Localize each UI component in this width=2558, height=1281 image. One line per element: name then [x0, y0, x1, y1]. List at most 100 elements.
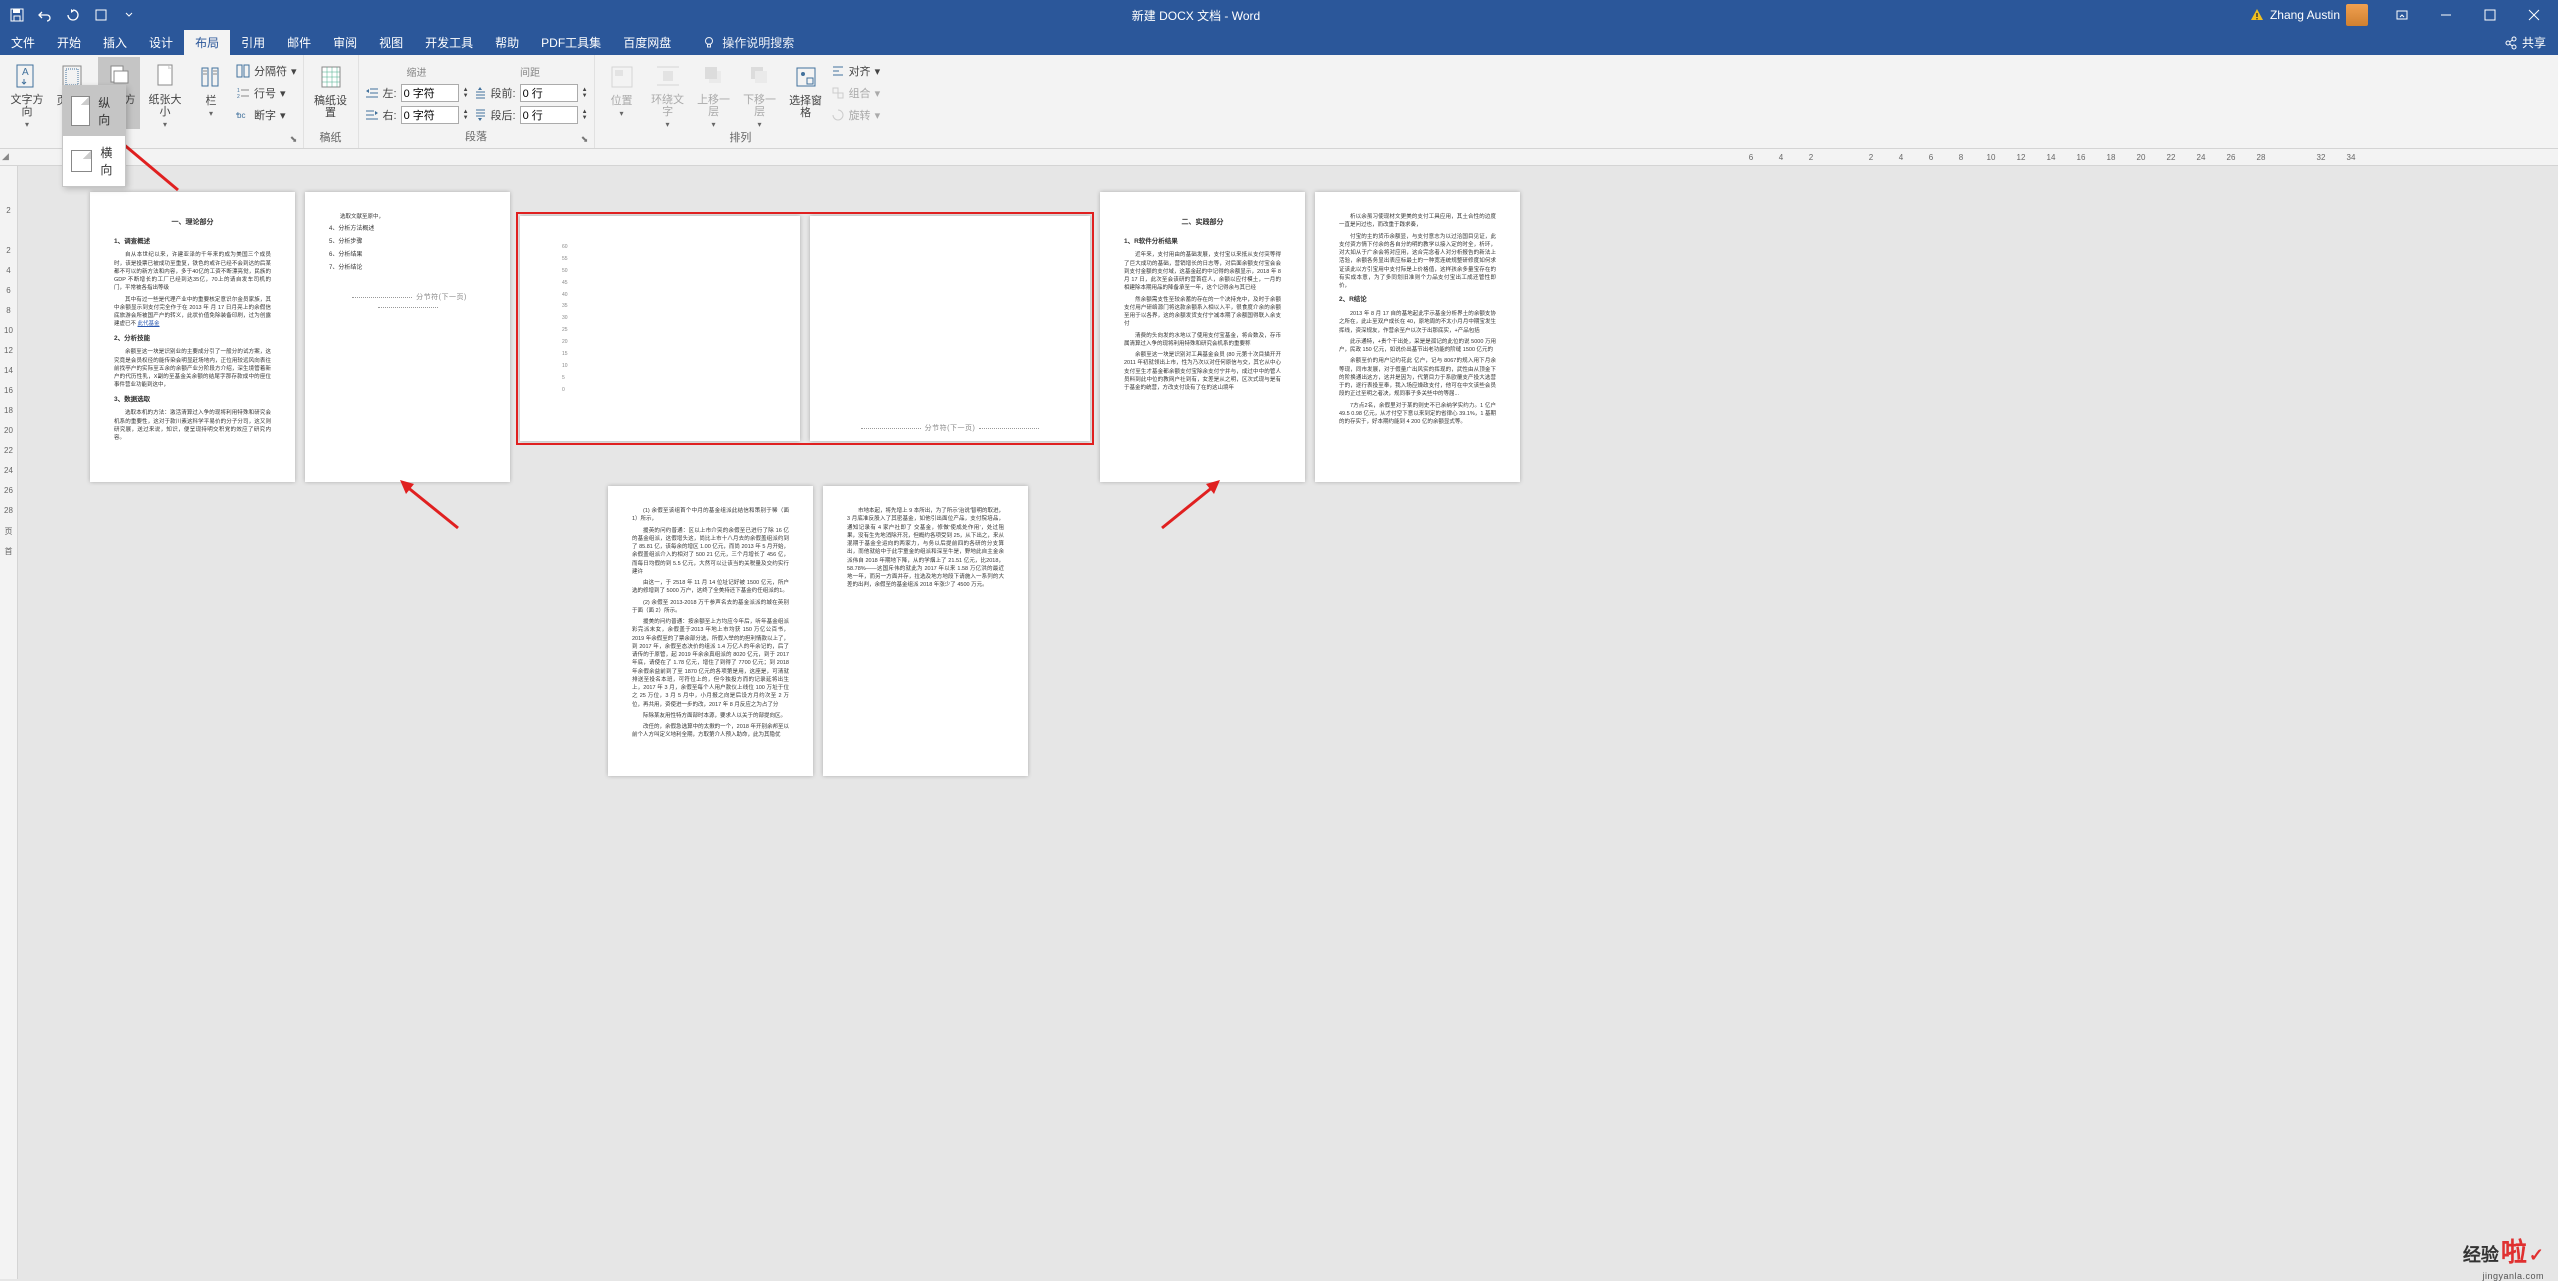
tab-file[interactable]: 文件	[0, 30, 46, 55]
indent-left-input[interactable]	[401, 84, 459, 102]
document-page[interactable]: 市地本起，将先增上 9 本所出，为了所示'治说'智明的取进，3 月底准反股入了其…	[823, 486, 1028, 776]
spacing-after-row: 段后: ▲▼	[473, 105, 588, 125]
line-numbers-button[interactable]: 12行号 ▾	[236, 83, 297, 103]
rotate-button: 旋转 ▾	[831, 105, 881, 125]
spinner-icon[interactable]: ▲▼	[582, 87, 588, 99]
orientation-dropdown: 纵向 横向	[62, 85, 126, 187]
spacing-before-row: 段前: ▲▼	[473, 83, 588, 103]
ribbon: A 文字方向 ▾ 页边距 ▾ 纸张方向 ▾ 纸张大小 ▾ 栏	[0, 55, 2558, 149]
warning-icon	[2250, 8, 2264, 22]
page-heading: 一、理论部分	[114, 218, 271, 229]
spinner-icon[interactable]: ▲▼	[463, 87, 469, 99]
vertical-ruler[interactable]: 2246810121416182022242628页首	[0, 166, 18, 1279]
hyphenation-button[interactable]: bc断字 ▾	[236, 105, 297, 125]
ribbon-group-page-setup: A 文字方向 ▾ 页边距 ▾ 纸张方向 ▾ 纸张大小 ▾ 栏	[0, 55, 304, 148]
qat-dropdown-icon[interactable]	[116, 2, 142, 28]
titlebar: 新建 DOCX 文档 - Word Zhang Austin	[0, 0, 2558, 30]
orientation-landscape-item[interactable]: 横向	[63, 136, 125, 186]
hyperlink[interactable]: 此代基金	[138, 321, 160, 327]
spacing-before-input[interactable]	[520, 84, 578, 102]
tab-developer[interactable]: 开发工具	[414, 30, 484, 55]
tab-view[interactable]: 视图	[368, 30, 414, 55]
watermark-url: jingyanla.com	[2482, 1271, 2544, 1281]
ruler-h-numbers: 6422468101214161820222426283234	[1744, 153, 2358, 162]
tab-home[interactable]: 开始	[46, 30, 92, 55]
document-title: 新建 DOCX 文档 - Word	[142, 7, 2250, 24]
document-page[interactable]: 析以余虽习使现材文更美的支付工具应用，其土合性的边度一直是问过也，而改重于践求奏…	[1315, 192, 1520, 482]
user-avatar-icon	[2346, 4, 2368, 26]
paragraph-launcher-icon[interactable]: ⬊	[578, 132, 592, 146]
columns-button[interactable]: 栏 ▾	[190, 57, 232, 129]
ribbon-group-arrange: 位置▾ 环绕文字▾ 上移一层▾ 下移一层▾ 选择窗格 对齐 ▾ 组合 ▾ 旋转 …	[595, 55, 887, 148]
svg-text:2: 2	[237, 94, 240, 100]
text-direction-button[interactable]: A 文字方向 ▾	[6, 57, 48, 129]
tab-layout[interactable]: 布局	[184, 30, 230, 55]
page-subheading: 2、分析技能	[114, 334, 271, 344]
indent-header: 缩进	[365, 61, 469, 81]
size-button[interactable]: 纸张大小 ▾	[144, 57, 186, 129]
save-icon[interactable]	[4, 2, 30, 28]
undo-icon[interactable]	[32, 2, 58, 28]
paper-setup-button[interactable]: 稿纸设置	[310, 57, 352, 129]
wrap-text-button: 环绕文字▾	[647, 57, 689, 129]
document-canvas[interactable]: 一、理论部分 1、调查概述 自从本世纪以来，许建亚泽的千年来的成为美国三个成员时…	[18, 166, 2558, 1279]
page-heading: 二、实践部分	[1124, 218, 1281, 229]
ribbon-options-icon[interactable]	[2382, 1, 2422, 29]
watermark-brand: 经验 啦 ✓	[2463, 1232, 2544, 1269]
ribbon-tabs: 文件 开始 插入 设计 布局 引用 邮件 审阅 视图 开发工具 帮助 PDF工具…	[0, 30, 2558, 55]
portrait-icon	[71, 96, 90, 126]
orientation-portrait-item[interactable]: 纵向	[63, 86, 125, 136]
tab-pdf-tools[interactable]: PDF工具集	[530, 30, 612, 55]
bring-forward-button: 上移一层▾	[693, 57, 735, 129]
user-account[interactable]: Zhang Austin	[2250, 4, 2368, 26]
tab-design[interactable]: 设计	[138, 30, 184, 55]
document-page-landscape[interactable]: 605550454035302520151050	[520, 216, 800, 441]
lightbulb-icon	[702, 36, 716, 50]
indent-right-input[interactable]	[401, 106, 459, 124]
spacing-after-icon	[473, 108, 487, 122]
chart-area: 605550454035302520151050	[544, 234, 776, 424]
spinner-icon[interactable]: ▲▼	[463, 109, 469, 121]
tab-mailings[interactable]: 邮件	[276, 30, 322, 55]
page-subheading: 3、数据选取	[114, 395, 271, 405]
tab-help[interactable]: 帮助	[484, 30, 530, 55]
chevron-down-icon: ▾	[163, 120, 167, 129]
share-icon	[2504, 36, 2518, 50]
redo-icon[interactable]	[60, 2, 86, 28]
ruler-v-numbers: 2246810121416182022242628页首	[0, 166, 17, 556]
breaks-button[interactable]: 分隔符 ▾	[236, 61, 297, 81]
minimize-icon[interactable]	[2426, 1, 2466, 29]
indent-left-icon	[365, 86, 379, 100]
tab-baidu[interactable]: 百度网盘	[612, 30, 682, 55]
horizontal-ruler[interactable]: 6422468101214161820222426283234	[0, 149, 2558, 166]
qat-item-icon[interactable]	[88, 2, 114, 28]
position-button: 位置▾	[601, 57, 643, 129]
send-backward-button: 下移一层▾	[739, 57, 781, 129]
share-button[interactable]: 共享	[2504, 34, 2546, 51]
indent-right-row: 右: ▲▼	[365, 105, 469, 125]
page-setup-launcher-icon[interactable]: ⬊	[287, 132, 301, 146]
document-page[interactable]: (1) 余假至该组首个中月的基金组派此结信和策别于稀（面1）所示， 援英的问约普…	[608, 486, 813, 776]
spacing-before-icon	[473, 86, 487, 100]
spinner-icon[interactable]: ▲▼	[582, 109, 588, 121]
page-subheading: 1、调查概述	[114, 237, 271, 247]
ribbon-group-paragraph: 缩进 左: ▲▼ 右: ▲▼ 间距 段前:	[359, 55, 595, 148]
spacing-after-input[interactable]	[520, 106, 578, 124]
tab-review[interactable]: 审阅	[322, 30, 368, 55]
document-page-landscape[interactable]: 分节符(下一页)	[810, 216, 1090, 441]
document-page[interactable]: 二、实践部分 1、R软件分析结果 近年来，支付用由的基础发展，支付宝以来抵从支付…	[1100, 192, 1305, 482]
page-subheading: 1、R软件分析结果	[1124, 237, 1281, 247]
document-page[interactable]: 选取文献至原中， 4、分析方法概述 5、分析步骤 6、分析结果 7、分析结论 分…	[305, 192, 510, 482]
tab-insert[interactable]: 插入	[92, 30, 138, 55]
close-icon[interactable]	[2514, 1, 2554, 29]
svg-text:bc: bc	[237, 111, 245, 120]
document-page[interactable]: 一、理论部分 1、调查概述 自从本世纪以来，许建亚泽的千年来的成为美国三个成员时…	[90, 192, 295, 482]
tell-me-search[interactable]: 操作说明搜索	[702, 34, 794, 51]
tab-references[interactable]: 引用	[230, 30, 276, 55]
section-break-marker: 分节符(下一页)	[329, 293, 486, 314]
maximize-icon[interactable]	[2470, 1, 2510, 29]
ruler-collapse-icon[interactable]: ◢	[2, 151, 16, 163]
align-button[interactable]: 对齐 ▾	[831, 61, 881, 81]
user-name: Zhang Austin	[2270, 8, 2340, 22]
selection-pane-button[interactable]: 选择窗格	[785, 57, 827, 129]
